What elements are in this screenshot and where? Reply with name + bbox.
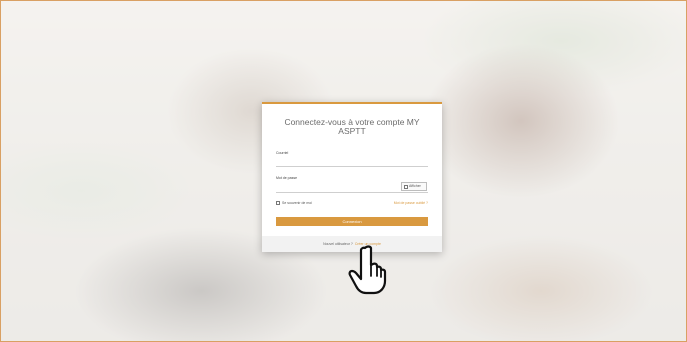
login-title: Connectez-vous à votre compte MY ASPTT (284, 117, 420, 136)
show-password-checkbox[interactable] (404, 184, 408, 189)
remember-me[interactable]: Se souvenir de moi (276, 201, 312, 205)
username-input[interactable] (276, 166, 428, 167)
show-password-label: Afficher (409, 184, 421, 188)
password-input[interactable] (276, 192, 428, 193)
remember-me-label: Se souvenir de moi (282, 201, 312, 205)
login-panel: Connectez-vous à votre compte MY ASPTT C… (262, 102, 442, 252)
remember-me-checkbox[interactable] (276, 201, 280, 205)
forgot-password-link[interactable]: Mot de passe oublié ? (394, 201, 428, 205)
screenshot-frame: Connectez-vous à votre compte MY ASPTT C… (0, 0, 687, 342)
password-label: Mot de passe (276, 176, 298, 180)
login-button[interactable]: Connexion (276, 217, 428, 226)
hand-pointer-icon (348, 245, 387, 295)
show-password-button[interactable]: Afficher (401, 182, 427, 191)
username-label: Courriel (276, 151, 289, 155)
